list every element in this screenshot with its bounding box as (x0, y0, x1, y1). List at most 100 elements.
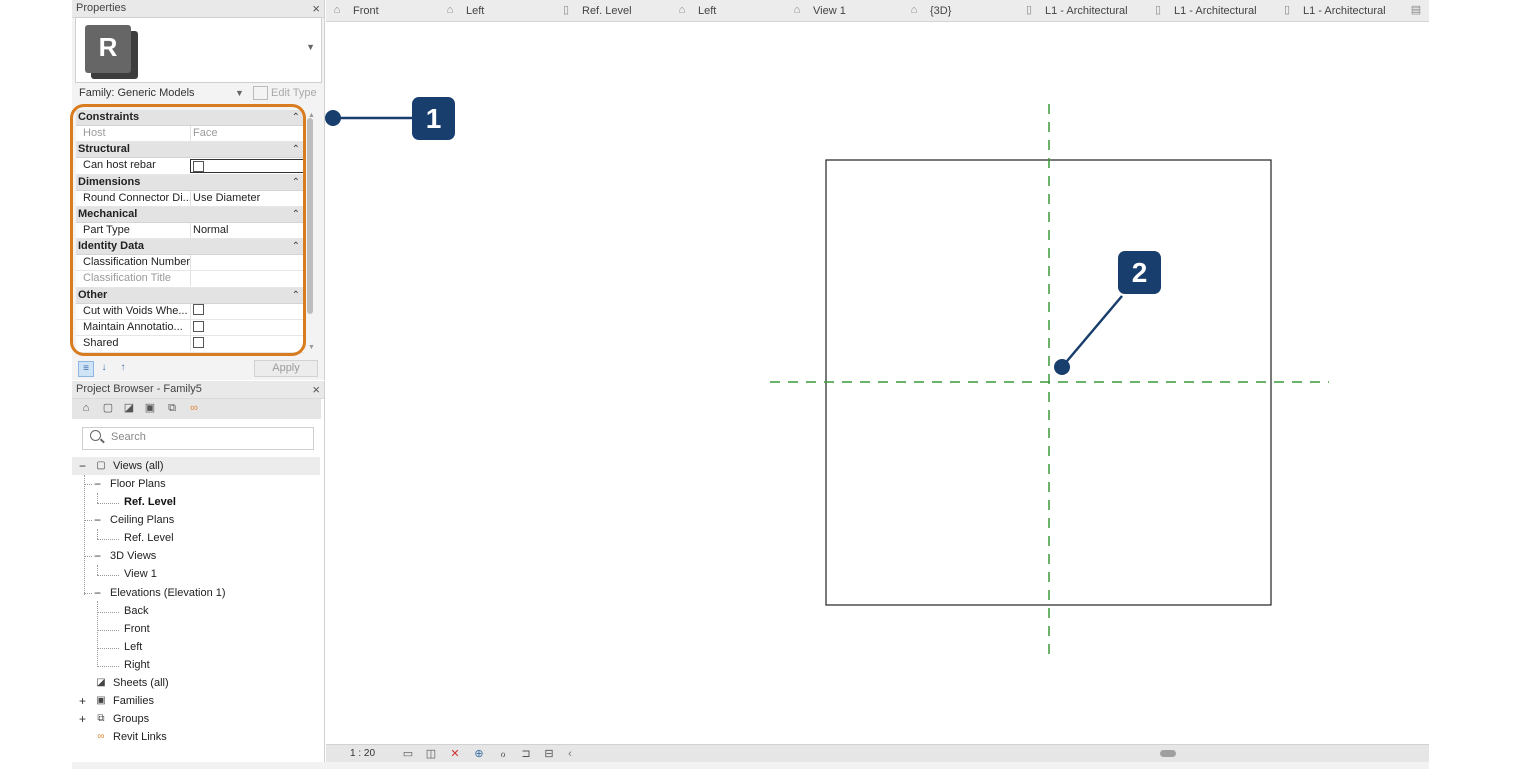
tree-label: Sheets (all) (113, 677, 169, 689)
view-control-bar: 1 : 20 ▭ ◫ ✕ ⊕ ℴ ⊐ ⊟ ‹ (326, 744, 1429, 763)
close-icon[interactable]: × (312, 0, 320, 17)
collapse-icon[interactable]: − (94, 511, 101, 529)
drawing-svg (770, 104, 1329, 662)
properties-title: Properties (76, 2, 127, 14)
chevron-down-icon[interactable]: ▼ (306, 42, 315, 52)
tree-label: 3D Views (110, 550, 157, 562)
tree-label: Left (124, 641, 143, 653)
visual-style-icon[interactable]: ◫ (424, 747, 438, 761)
elevation-icon: ⌂ (678, 4, 686, 16)
views-icon: ▢ (96, 460, 106, 471)
groups-icon: ⧉ (97, 713, 105, 724)
expand-icon[interactable]: + (79, 692, 86, 710)
close-icon[interactable]: × (312, 381, 320, 398)
elevation-icon: ⌂ (446, 4, 454, 16)
view-scale[interactable]: 1 : 20 (350, 745, 375, 763)
tree-label: Elevations (Elevation 1) (110, 587, 226, 599)
plan-icon: ▯ (1154, 4, 1162, 16)
tab-label: Front (353, 5, 379, 17)
temporary-hide-icon[interactable]: ℴ (496, 747, 510, 761)
tab-label: {3D} (930, 5, 952, 17)
callout-badge-1: 1 (412, 97, 455, 140)
properties-scrollbar[interactable] (307, 118, 313, 314)
tree-label: Views (all) (113, 460, 164, 472)
project-browser-titlebar: Project Browser - Family5 × (72, 381, 324, 399)
plan-icon: ▯ (1025, 4, 1033, 16)
analytical-model-icon[interactable]: ⊟ (542, 747, 556, 761)
3d-view-icon: ⌂ (793, 4, 801, 16)
tree-label: Families (113, 695, 154, 707)
callout-highlight-outline (70, 104, 306, 356)
reveal-hidden-icon[interactable]: ⊐ (519, 747, 533, 761)
view-icon[interactable]: ▢ (101, 402, 115, 415)
detail-level-icon[interactable]: ▭ (401, 747, 415, 761)
edit-type-label: Edit Type (271, 87, 317, 99)
tree-item-views[interactable]: − ▢ Views (all) (72, 457, 320, 475)
plan-icon: ▯ (1283, 4, 1291, 16)
expand-icon[interactable]: + (79, 710, 86, 728)
show-crop-region-icon[interactable]: ⊕ (472, 747, 486, 761)
sheet-icon[interactable]: ◪ (122, 402, 136, 415)
tree-label: Back (124, 605, 149, 617)
edit-type-button[interactable]: Edit Type (253, 85, 317, 102)
browser-search[interactable] (82, 427, 314, 450)
view-tab-bar: ⌂ Front ⌂ Left ▯ Ref. Level ⌂ Left ⌂ View 1 ⌂… (326, 0, 1429, 22)
collapse-icon[interactable]: − (79, 457, 86, 475)
family-type-dropdown[interactable]: Family: Generic Models (79, 85, 195, 102)
tree-label: Revit Links (113, 731, 167, 743)
tab-label: L1 - Architectural (1303, 5, 1386, 17)
bottom-strip (72, 762, 1429, 769)
tab-label: L1 - Architectural (1174, 5, 1257, 17)
tab-label: Ref. Level (582, 5, 632, 17)
drawing-canvas[interactable] (326, 22, 1429, 744)
project-browser-title: Project Browser - Family5 (76, 383, 202, 395)
search-icon (90, 430, 101, 441)
tab-label: Left (466, 5, 485, 17)
sheets-icon: ◪ (96, 677, 106, 688)
tree-label: Ceiling Plans (110, 514, 175, 526)
scroll-down-icon[interactable]: ▼ (308, 344, 315, 351)
horizontal-scrollbar-thumb[interactable] (1160, 750, 1176, 757)
apply-button[interactable]: Apply (254, 360, 318, 377)
search-input[interactable] (111, 431, 301, 443)
sort-descending-icon[interactable]: ↑ (116, 361, 130, 375)
group-icon[interactable]: ⧉ (165, 402, 179, 415)
tab-label: Left (698, 5, 717, 17)
edit-type-icon (253, 86, 268, 101)
tree-label: Ref. Level (124, 496, 176, 508)
sort-by-category-icon[interactable]: ≡ (78, 361, 94, 377)
properties-footer: ≡ ↓ ↑ Apply (72, 358, 324, 378)
link-icon[interactable]: ∞ (187, 402, 201, 415)
tree-label: Floor Plans (110, 478, 166, 490)
sort-ascending-icon[interactable]: ↓ (97, 361, 111, 375)
elevation-icon: ⌂ (333, 4, 341, 16)
collapse-icon[interactable]: − (94, 547, 101, 565)
tree-label: Ref. Level (124, 532, 174, 544)
tab-overflow-icon[interactable]: ▤ (1409, 3, 1423, 17)
tree-label: Front (124, 623, 150, 635)
chevron-down-icon[interactable]: ▼ (235, 85, 244, 102)
tab-label: View 1 (813, 5, 846, 17)
home-view-icon[interactable]: ⌂ (79, 402, 93, 415)
tree-label: View 1 (124, 568, 157, 580)
link-icon: ∞ (97, 731, 105, 742)
revit-logo-icon: R (83, 21, 138, 79)
revit-logo-letter: R (85, 25, 131, 73)
3d-view-icon: ⌂ (910, 4, 918, 16)
project-browser: Project Browser - Family5 × ⌂ ▢ ◪ ▣ ⧉ ∞ … (72, 381, 325, 769)
collapse-icon[interactable]: − (94, 584, 101, 602)
family-type-row: Family: Generic Models ▼ Edit Type (75, 85, 321, 102)
family-icon[interactable]: ▣ (143, 402, 157, 415)
families-icon: ▣ (96, 695, 106, 706)
crop-view-icon[interactable]: ✕ (448, 747, 462, 761)
tab-label: L1 - Architectural (1045, 5, 1128, 17)
type-selector[interactable]: R ▼ (75, 17, 322, 83)
plan-icon: ▯ (562, 4, 570, 16)
tree-label: Groups (113, 713, 150, 725)
callout-badge-2: 2 (1118, 251, 1161, 294)
browser-toolbar: ⌂ ▢ ◪ ▣ ⧉ ∞ (72, 399, 321, 419)
collapse-icon[interactable]: − (94, 475, 101, 493)
properties-titlebar: Properties × (72, 0, 324, 18)
tree-label: Right (124, 659, 150, 671)
scroll-left-icon[interactable]: ‹ (563, 747, 577, 761)
